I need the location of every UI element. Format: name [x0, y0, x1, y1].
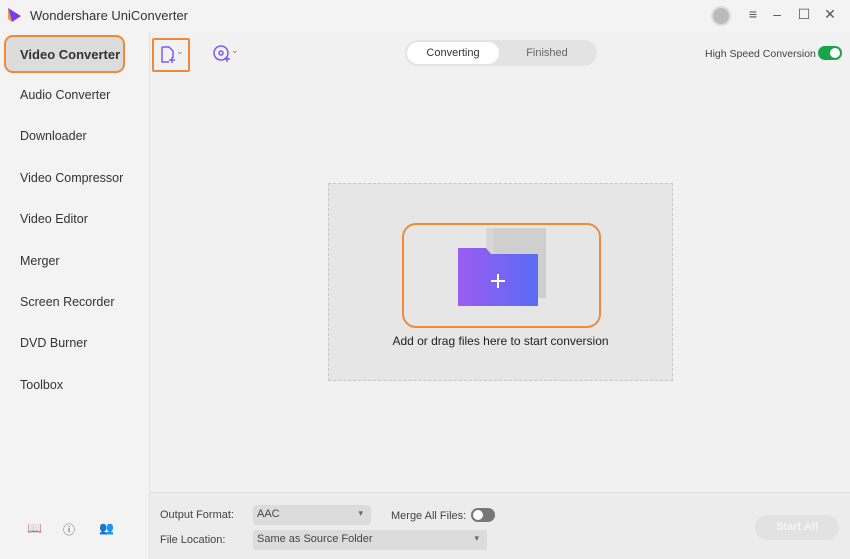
file-location-select[interactable]: Same as Source Folder ▾ [253, 530, 487, 550]
app-title: Wondershare UniConverter [30, 8, 188, 23]
output-format-value: AAC [257, 508, 280, 520]
disc-add-icon [213, 45, 230, 62]
users-icon[interactable]: 👥 [99, 521, 114, 535]
sidebar: Video Converter Audio Converter Download… [0, 32, 150, 559]
close-icon[interactable]: ✕ [820, 6, 840, 23]
account-avatar-icon[interactable] [711, 6, 731, 26]
sidebar-item-merger[interactable]: Merger [20, 254, 60, 268]
add-files-button[interactable]: ⌄ [152, 38, 190, 72]
merge-label: Merge All Files: [391, 510, 467, 522]
file-location-label: File Location: [160, 534, 226, 546]
file-location-value: Same as Source Folder [257, 533, 373, 545]
tab-converting[interactable]: Converting [407, 42, 499, 64]
minimize-icon[interactable]: – [767, 6, 787, 22]
sidebar-item-video-editor[interactable]: Video Editor [20, 212, 88, 226]
sidebar-item-downloader[interactable]: Downloader [20, 129, 87, 143]
sidebar-item-toolbox[interactable]: Toolbox [20, 378, 63, 392]
drop-zone-text: Add or drag files here to start conversi… [392, 334, 609, 348]
add-dvd-button[interactable]: ⌄ [213, 38, 239, 72]
help-icon[interactable]: ⓘ [63, 521, 75, 538]
add-files-highlight[interactable] [402, 223, 601, 328]
file-drop-zone[interactable]: Add or drag files here to start conversi… [328, 183, 673, 381]
high-speed-toggle[interactable] [818, 46, 842, 60]
chevron-down-icon: ⌄ [231, 45, 239, 55]
main-area: ⌄ ⌄ Converting Finished High Speed Conve… [151, 32, 850, 492]
add-file-icon [161, 46, 175, 63]
book-icon[interactable]: 📖 [27, 521, 42, 535]
start-all-button[interactable]: Start All [755, 515, 839, 540]
sidebar-item-audio-converter[interactable]: Audio Converter [20, 88, 110, 102]
chevron-down-icon: ▾ [358, 508, 363, 518]
chevron-down-icon: ⌄ [176, 46, 184, 56]
tab-finished[interactable]: Finished [501, 42, 593, 64]
status-tabs: Converting Finished [405, 40, 597, 66]
folder-add-icon [458, 228, 546, 306]
bottom-bar: Output Format: AAC ▾ Merge All Files: Fil… [151, 492, 850, 559]
sidebar-item-dvd-burner[interactable]: DVD Burner [20, 336, 87, 350]
sidebar-item-video-compressor[interactable]: Video Compressor [20, 171, 123, 185]
output-format-select[interactable]: AAC ▾ [253, 505, 371, 525]
app-logo-icon [8, 8, 21, 22]
chevron-down-icon: ▾ [474, 533, 479, 543]
maximize-icon[interactable]: ☐ [794, 6, 814, 23]
output-format-label: Output Format: [160, 509, 234, 521]
merge-toggle[interactable] [471, 508, 495, 522]
high-speed-label: High Speed Conversion [705, 48, 816, 60]
sidebar-item-video-converter[interactable]: Video Converter [4, 35, 125, 73]
menu-icon[interactable]: ≡ [743, 6, 763, 22]
title-bar: Wondershare UniConverter ≡ – ☐ ✕ [0, 0, 850, 32]
sidebar-item-screen-recorder[interactable]: Screen Recorder [20, 295, 115, 309]
